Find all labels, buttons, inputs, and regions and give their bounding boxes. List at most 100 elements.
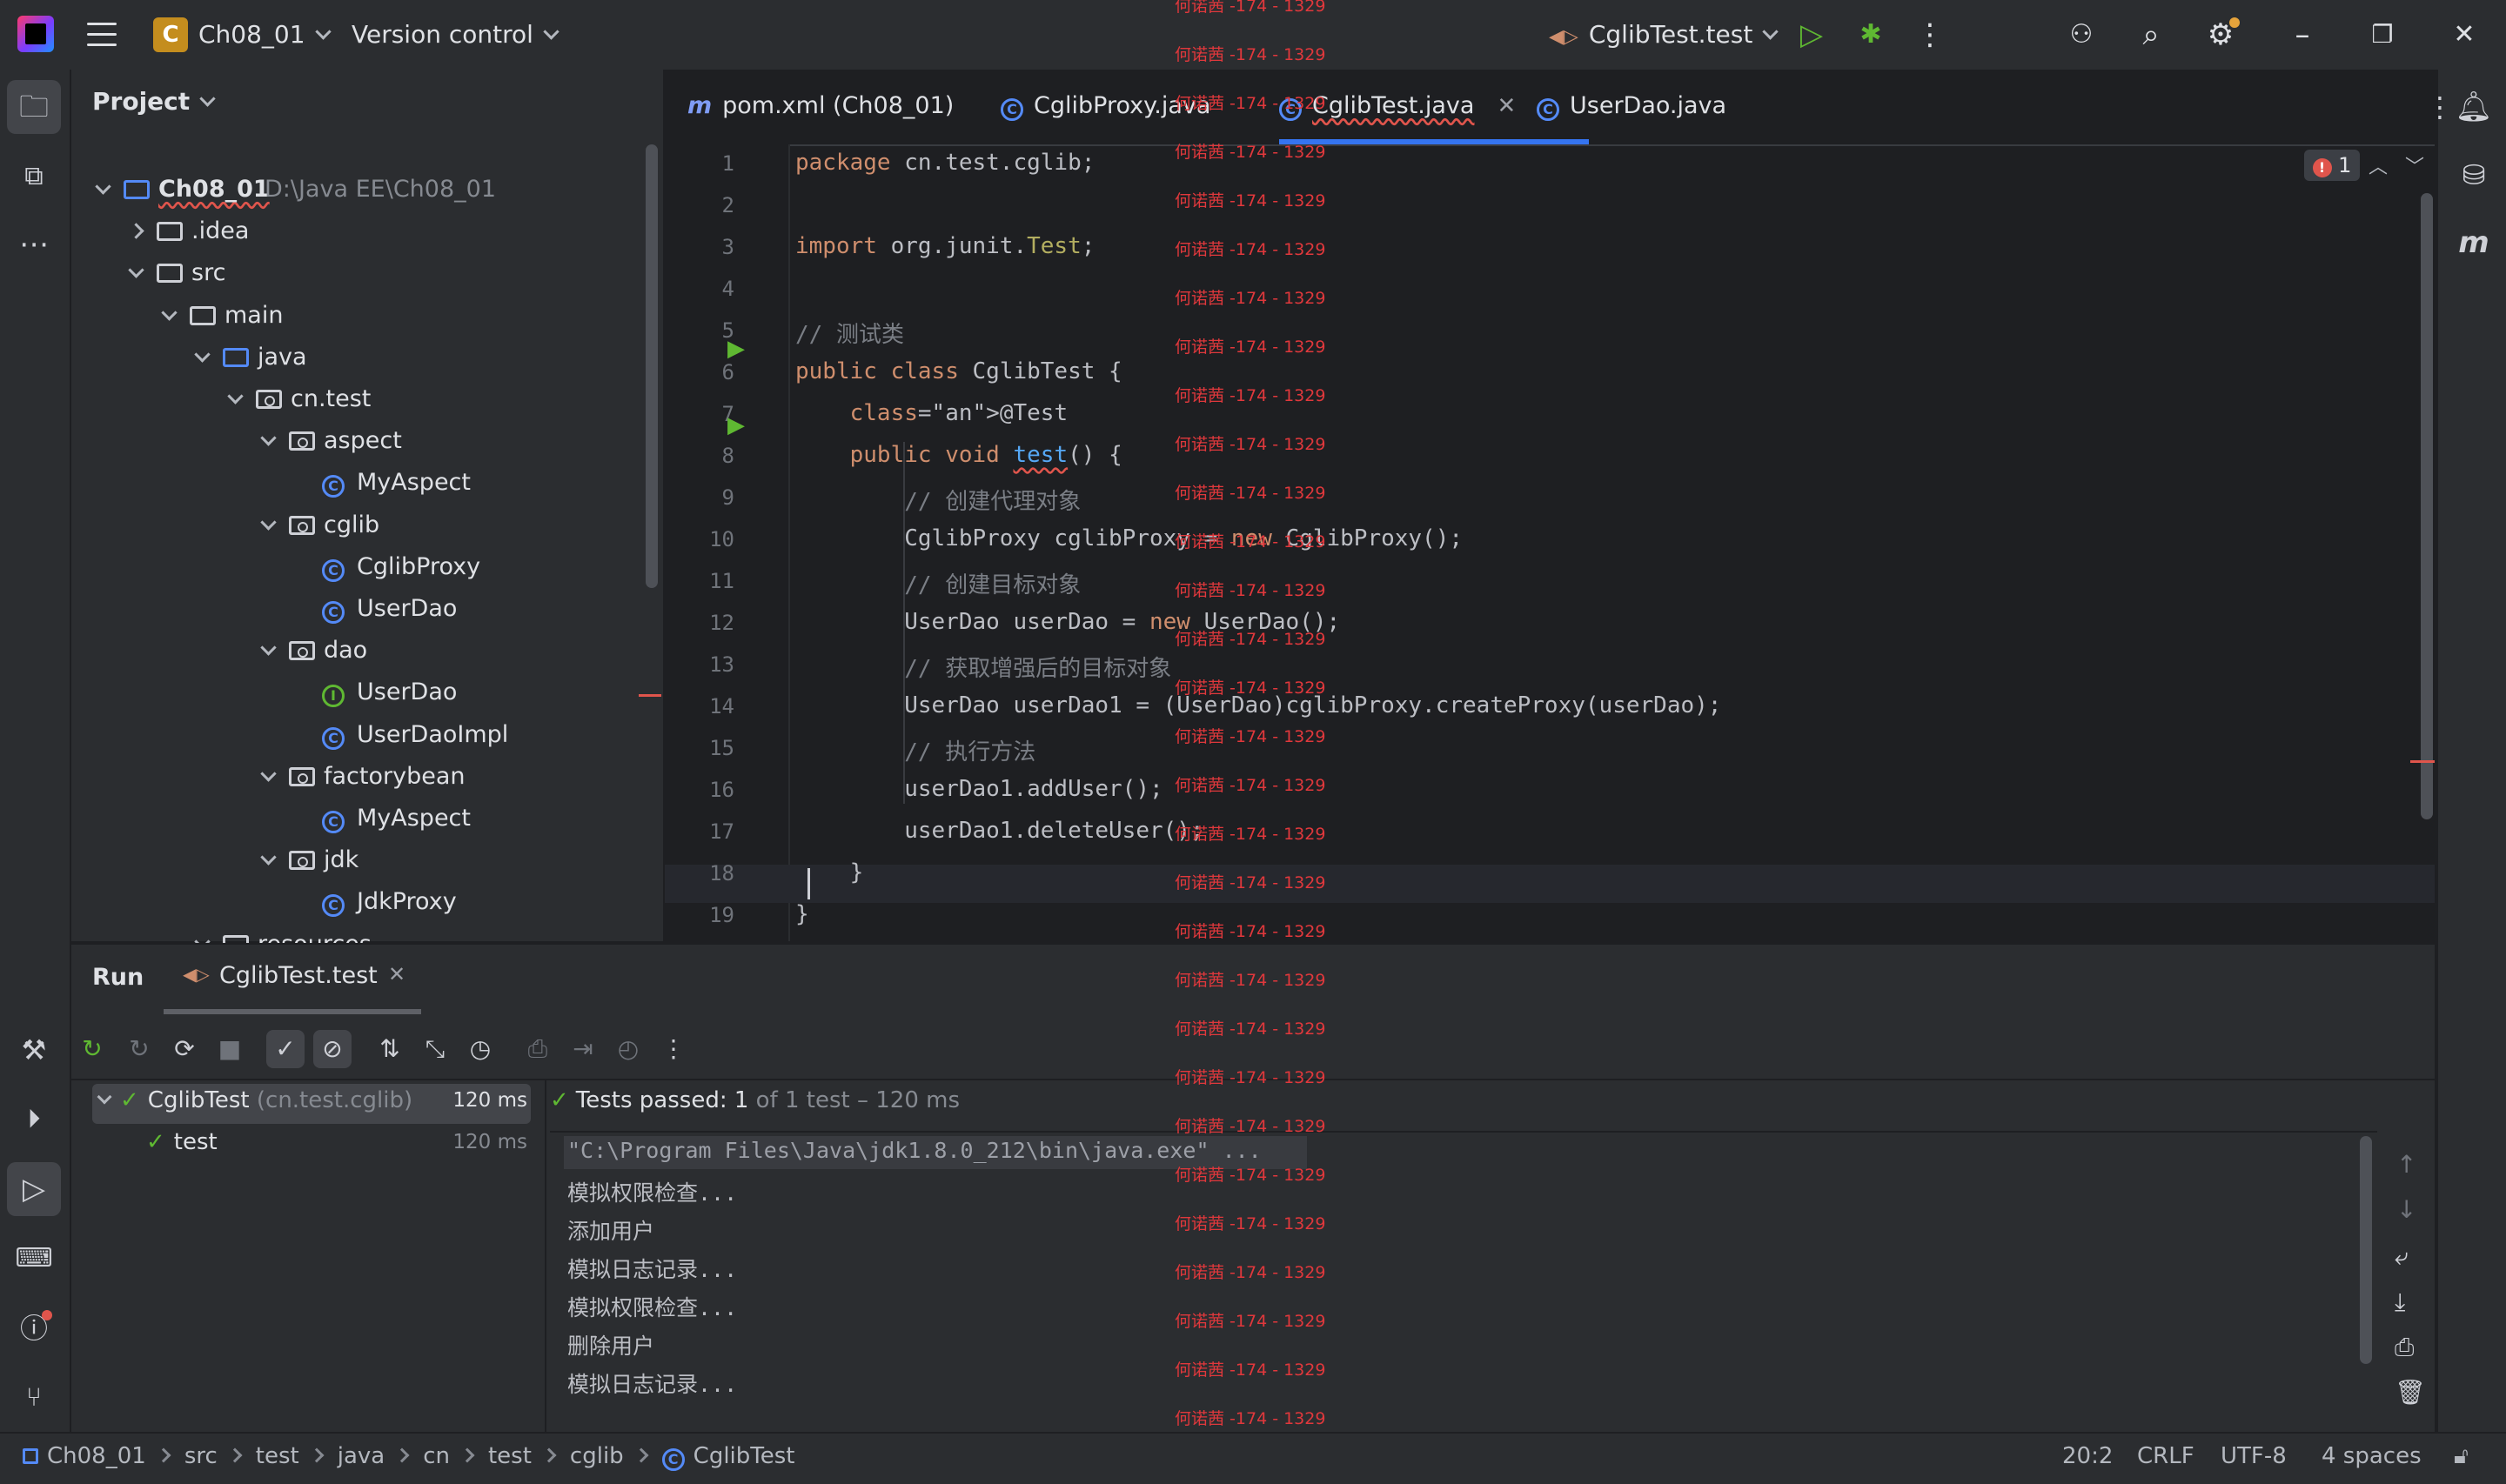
code-line[interactable]: // 创建目标对象 (795, 567, 1081, 599)
code-line[interactable]: } (795, 859, 864, 886)
chevron-down-icon[interactable] (260, 430, 277, 446)
maven-icon[interactable]: m (2447, 216, 2501, 270)
intellij-logo-icon[interactable] (17, 16, 54, 52)
chevron-down-icon[interactable] (95, 178, 111, 195)
database-icon[interactable]: ⛁ (2447, 148, 2501, 202)
code-line[interactable]: } (795, 901, 809, 927)
code-line[interactable]: import org.junit.Test; (795, 233, 1095, 259)
build-tool-icon[interactable]: ⚒ (7, 1023, 61, 1077)
prev-error-icon[interactable]: ︿ (2369, 151, 2388, 179)
editor-scrollbar[interactable] (2421, 193, 2433, 819)
breadcrumb-item[interactable]: Ch08_01 (47, 1443, 146, 1469)
chevron-down-icon[interactable] (128, 262, 144, 279)
breadcrumb-item[interactable]: CglibTest (694, 1443, 795, 1469)
console-line[interactable]: 添加用户 (567, 1214, 654, 1246)
code-line[interactable]: // 执行方法 (795, 734, 1035, 766)
stop-icon[interactable]: ■ (211, 1030, 249, 1068)
run-icon[interactable]: ▷ (1792, 16, 1831, 54)
console-line[interactable]: 删除用户 (567, 1329, 654, 1360)
console-line[interactable]: 模拟日志记录... (567, 1367, 737, 1399)
notifications-icon[interactable]: 🔔︎ (2447, 80, 2501, 134)
rerun-failed-icon[interactable]: ↻ (120, 1030, 158, 1068)
vcs-selector[interactable]: Version control (352, 19, 559, 50)
scroll-to-end-icon[interactable]: ⤓ (2395, 1287, 2405, 1317)
more-tools-icon[interactable]: ⋯ (7, 217, 61, 271)
project-selector[interactable]: Ch08_01 (198, 19, 332, 50)
code-line[interactable]: userDao1.addUser(); (795, 776, 1163, 802)
run-tool-icon[interactable]: ▷ (7, 1162, 61, 1216)
code-line[interactable]: CglibProxy cglibProxy = new CglibProxy()… (795, 525, 1463, 551)
console-scrollbar[interactable] (2360, 1136, 2372, 1364)
indent-setting[interactable]: 4 spaces (2322, 1441, 2422, 1472)
file-encoding[interactable]: UTF-8 (2221, 1441, 2287, 1472)
chevron-right-icon[interactable] (128, 223, 144, 239)
snapshot-icon[interactable]: ⎙ (519, 1030, 557, 1068)
search-icon[interactable]: ⌕ (2132, 16, 2170, 54)
code-line[interactable]: public class CglibTest { (795, 358, 1122, 384)
export-icon[interactable]: ⇥ (564, 1030, 602, 1068)
structure-tool-icon[interactable]: ⧉ (7, 150, 61, 204)
chevron-down-icon[interactable] (161, 304, 178, 321)
next-error-icon[interactable]: ﹀ (2405, 151, 2424, 179)
code-line[interactable]: userDao1.deleteUser(); (795, 818, 1203, 844)
console-line[interactable]: "C:\Program Files\Java\jdk1.8.0_212\bin\… (567, 1138, 1262, 1163)
run-config-selector[interactable]: ◀▷ CglibTest.test (1549, 19, 1779, 53)
code-line[interactable]: // 获取增强后的目标对象 (795, 651, 1171, 683)
history-icon[interactable]: ◷ (461, 1030, 499, 1068)
code-line[interactable]: // 创建代理对象 (795, 484, 1081, 516)
chevron-down-icon[interactable] (260, 639, 277, 656)
chevron-down-icon[interactable] (260, 765, 277, 782)
code-line[interactable]: class="an">@Test (795, 400, 1068, 426)
debug-icon[interactable]: ✱ (1852, 16, 1890, 54)
run-more-icon[interactable]: ⋮ (654, 1030, 693, 1068)
console-line[interactable]: 模拟日志记录... (567, 1253, 737, 1284)
code-line[interactable]: // 测试类 (795, 317, 904, 349)
run-split-divider[interactable] (545, 1080, 546, 1432)
show-ignored-icon[interactable]: ⊘ (313, 1030, 352, 1068)
chevron-down-icon[interactable] (194, 346, 211, 363)
code-line[interactable]: public void test() { (795, 442, 1122, 468)
breadcrumb-item[interactable]: cn (423, 1443, 450, 1469)
chevron-down-icon[interactable] (260, 513, 277, 531)
tab-options-icon[interactable]: ⋮ (2426, 90, 2454, 124)
breadcrumb-item[interactable]: java (338, 1443, 385, 1469)
error-indicator[interactable]: ! 1 (2304, 150, 2360, 181)
close-tab-icon[interactable]: ✕ (1497, 93, 1516, 119)
problems-tool-icon[interactable]: ⓘ (7, 1301, 61, 1355)
project-scrollbar[interactable] (646, 144, 658, 588)
coverage-icon[interactable]: ◴ (609, 1030, 647, 1068)
add-user-icon[interactable]: ⚇ (2062, 16, 2101, 54)
chevron-down-icon[interactable] (227, 388, 244, 404)
print-icon[interactable]: ⎙ (2395, 1333, 2414, 1362)
chevron-down-icon[interactable] (260, 849, 277, 866)
soft-wrap-icon[interactable]: ⤶ (2395, 1242, 2409, 1272)
code-line[interactable]: package cn.test.cglib; (795, 150, 1095, 176)
sort-alpha-icon[interactable]: ⇅ (371, 1030, 409, 1068)
toggle-auto-test-icon[interactable]: ⟳ (165, 1030, 204, 1068)
project-badge[interactable]: C (153, 17, 188, 52)
project-tool-icon[interactable]: 🗀 (7, 80, 61, 134)
read-only-lock-icon[interactable]: 🔓︎ (2454, 1441, 2469, 1472)
breadcrumb-item[interactable]: test (488, 1443, 532, 1469)
restore-icon[interactable]: ❐ (2363, 16, 2402, 54)
minimize-icon[interactable]: – (2283, 16, 2322, 54)
editor-tab[interactable]: m pom.xml (Ch08_01) (687, 70, 957, 144)
scroll-up-icon[interactable]: ↑ (2396, 1150, 2416, 1179)
close-icon[interactable]: ✕ (2445, 16, 2483, 54)
test-tree-item[interactable]: ✓ CglibTest (cn.test.cglib) 120 ms (92, 1087, 527, 1113)
clear-console-icon[interactable]: 🗑︎ (2395, 1378, 2426, 1407)
console-line[interactable]: 模拟权限检查... (567, 1291, 737, 1322)
breadcrumb-item[interactable]: cglib (570, 1443, 624, 1469)
more-actions-icon[interactable]: ⋮ (1911, 16, 1949, 54)
project-panel-title[interactable]: Project (92, 87, 216, 116)
run-gutter-icon[interactable]: ▶ (727, 336, 745, 362)
run-tab[interactable]: ◀▷ CglibTest.test ✕ (164, 943, 421, 1014)
terminal-tool-icon[interactable]: ⌨ (7, 1232, 61, 1286)
run-gutter-icon[interactable]: ▶ (727, 412, 745, 438)
console-line[interactable]: 模拟权限检查... (567, 1176, 737, 1207)
breadcrumb-item[interactable]: src (184, 1443, 218, 1469)
scroll-down-icon[interactable]: ↓ (2396, 1195, 2416, 1224)
chevron-down-icon[interactable] (97, 1089, 112, 1105)
services-tool-icon[interactable]: ⏵ (7, 1093, 61, 1146)
editor-tab[interactable]: C UserDao.java (1537, 70, 1763, 144)
